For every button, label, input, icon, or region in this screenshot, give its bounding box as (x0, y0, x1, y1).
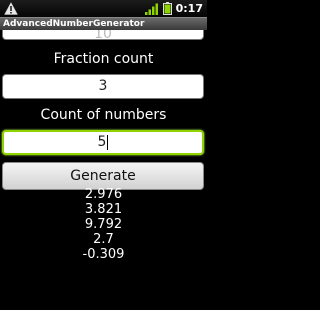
fraction-count-field[interactable]: 3 (2, 74, 204, 99)
partial-number-field[interactable]: 10 (2, 30, 204, 40)
clock: 0:17 (175, 2, 203, 15)
text-cursor (107, 134, 109, 150)
content-scroll-area[interactable]: 10 Fraction count 3 Count of numbers 5 G… (0, 30, 207, 310)
result-item: 2.976 (84, 187, 123, 202)
partial-number-field-value: 10 (94, 30, 112, 40)
result-item: 3.821 (84, 202, 123, 217)
result-item: -0.309 (82, 247, 125, 262)
results-list: 2.976 3.821 9.792 2.7 -0.309 (0, 187, 207, 262)
title-bar: AdvancedNumberGenerator (0, 17, 207, 30)
generate-button[interactable]: Generate (2, 162, 204, 190)
notification-area[interactable] (4, 2, 18, 15)
count-of-numbers-label: Count of numbers (40, 107, 167, 123)
screen: 0:17 AdvancedNumberGenerator 10 Fraction… (0, 0, 207, 310)
fraction-count-label: Fraction count (53, 51, 154, 67)
result-item: 9.792 (84, 217, 123, 232)
battery-icon (162, 2, 172, 15)
result-item: 2.7 (93, 232, 114, 247)
status-bar: 0:17 (0, 0, 207, 17)
count-of-numbers-value: 5 (97, 134, 107, 150)
warning-icon (4, 2, 18, 15)
count-of-numbers-field[interactable]: 5 (2, 130, 204, 155)
signal-icon (144, 3, 158, 15)
app-title: AdvancedNumberGenerator (3, 19, 145, 29)
fraction-count-value: 3 (98, 78, 108, 94)
